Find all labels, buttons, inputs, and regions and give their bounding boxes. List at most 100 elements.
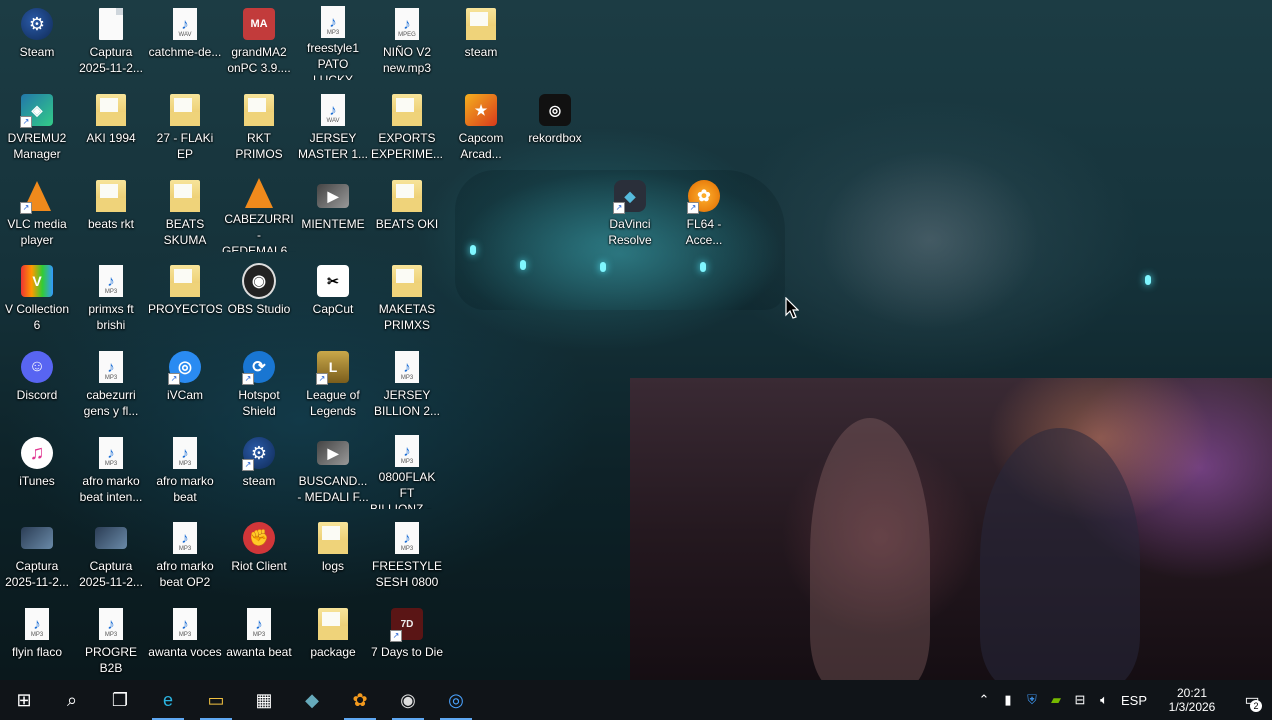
- desktop-icon[interactable]: ♪ MPEG NIÑO V2 new.mp3: [370, 0, 444, 80]
- desktop-icon-label: MIENTEME: [301, 217, 365, 231]
- security-shield-icon[interactable]: ⛨: [1020, 680, 1044, 720]
- nvidia-icon[interactable]: ▰: [1044, 680, 1068, 720]
- taskbar-fl-studio-button[interactable]: ✿: [336, 680, 384, 720]
- desktop-icon[interactable]: ⟳ ↗ Hotspot Shield: [222, 343, 296, 423]
- desktop-icon[interactable]: steam: [444, 0, 518, 80]
- ma-icon: MA: [242, 6, 276, 42]
- desktop-icon[interactable]: ⚙ Steam: [0, 0, 74, 80]
- desktop-icon[interactable]: VV Collection 6: [0, 257, 74, 337]
- desktop-icon[interactable]: ▶ MIENTEME: [296, 172, 370, 252]
- desktop-icon[interactable]: Captura 2025-11-2...: [0, 514, 74, 594]
- taskbar-start-button[interactable]: ⊞: [0, 680, 48, 720]
- desktop-icon[interactable]: ♪ MP3 JERSEY BILLION 2...: [370, 343, 444, 423]
- desktop-icon[interactable]: BEATS OKI: [370, 172, 444, 252]
- desktop-icon[interactable]: ♪ MP3 afro marko beat inten...: [74, 429, 148, 509]
- desktop-icon[interactable]: EXPORTS EXPERIME...: [370, 86, 444, 166]
- file-icon: [94, 6, 128, 42]
- desktop-icon-label: Discord: [16, 388, 58, 402]
- desktop-icon[interactable]: ✂ CapCut: [296, 257, 370, 337]
- fl-studio-icon: ✿: [352, 689, 368, 710]
- desktop-icon[interactable]: ♫ iTunes: [0, 429, 74, 509]
- desktop-icon[interactable]: ♪ MP3 cabezurri gens y fl...: [74, 343, 148, 423]
- desktop-icon[interactable]: ♪ MP3 afro marko beat OP2: [148, 514, 222, 594]
- wallpaper-light: [600, 262, 606, 272]
- taskbar-file-explorer-button[interactable]: ▭: [192, 680, 240, 720]
- desktop-icon[interactable]: logs: [296, 514, 370, 594]
- desktop-icon-label: Steam: [19, 45, 55, 59]
- audio-icon: ♪ MP3: [168, 520, 202, 556]
- desktop-icon[interactable]: MA grandMA2 onPC 3.9....: [222, 0, 296, 80]
- audio-icon: ♪ MP3: [390, 349, 424, 385]
- language-indicator[interactable]: ESP: [1116, 680, 1152, 720]
- desktop-icon[interactable]: ◎ rekordbox: [518, 86, 592, 166]
- desktop-icon[interactable]: ⚙ ↗ steam: [222, 429, 296, 509]
- audio-icon: ♪ MP3: [168, 435, 202, 471]
- desktop-icon[interactable]: ◈ ↗ DVREMU2 Manager: [0, 86, 74, 166]
- desktop-icon[interactable]: package: [296, 600, 370, 680]
- network-icon[interactable]: ⊟: [1068, 680, 1092, 720]
- desktop-icon[interactable]: AKI 1994: [74, 86, 148, 166]
- taskbar-obs-button[interactable]: ◉: [384, 680, 432, 720]
- edge-icon: e: [162, 689, 173, 710]
- desktop-icon[interactable]: ♪ MP3 PROGRE B2B: [74, 600, 148, 680]
- desktop-icon[interactable]: CABEZURRI - GEDEMAL6...: [222, 172, 296, 252]
- folder-icon: [168, 178, 202, 214]
- desktop-icon[interactable]: L ↗ League of Legends: [296, 343, 370, 423]
- app-generic-icon: ▦: [255, 689, 273, 710]
- desktop-icon[interactable]: ✊ Riot Client: [222, 514, 296, 594]
- volume-icon[interactable]: 🔈︎: [1092, 680, 1116, 720]
- microphone-icon[interactable]: ▮: [996, 680, 1020, 720]
- desktop-icon[interactable]: ♪ MP3 awanta beat: [222, 600, 296, 680]
- desktop-icon[interactable]: ♪ MP3 primxs ft brishi: [74, 257, 148, 337]
- taskbar-edge-button[interactable]: e: [144, 680, 192, 720]
- desktop-icon-label: EXPORTS EXPERIME...: [370, 131, 444, 161]
- desktop-icon[interactable]: Captura 2025-11-2...: [74, 514, 148, 594]
- clock[interactable]: 20:21 1/3/2026: [1152, 686, 1232, 714]
- desktop-icon[interactable]: PROYECTOS: [148, 257, 222, 337]
- vcollection-icon: V: [20, 263, 54, 299]
- taskbar-davinci-button[interactable]: ◆: [288, 680, 336, 720]
- taskbar-task-view-button[interactable]: ❐: [96, 680, 144, 720]
- desktop-icon-label: afro marko beat OP2: [156, 559, 214, 589]
- notification-center-button[interactable]: ▭ 2: [1232, 680, 1272, 720]
- desktop-icon[interactable]: ♪ WAV JERSEY MASTER 1...: [296, 86, 370, 166]
- taskbar-ivcam-button[interactable]: ◎: [432, 680, 480, 720]
- desktop-icon-label: Hotspot Shield: [238, 388, 280, 418]
- desktop-icon-label: DaVinci Resolve: [608, 217, 652, 247]
- img-icon: [94, 520, 128, 556]
- desktop-icon[interactable]: ♪ WAV catchme-de...: [148, 0, 222, 80]
- system-tray: ⌃ ▮ ⛨ ▰ ⊟ 🔈︎ ESP 20:21 1/3/2026 ▭ 2: [972, 680, 1272, 720]
- desktop-icon[interactable]: BEATS SKUMA: [148, 172, 222, 252]
- desktop-icon[interactable]: MAKETAS PRIMXS: [370, 257, 444, 337]
- desktop-icon[interactable]: ♪ MP3 freestyle1 PATO LUCKY: [296, 0, 370, 80]
- desktop-icon[interactable]: beats rkt: [74, 172, 148, 252]
- desktop-icon[interactable]: ♪ MP3 0800FLAK FT BILLIONZ - ...: [370, 429, 444, 509]
- taskbar: ⊞ ⌕ ❐ e ▭ ▦ ◆ ✿ ◉ ◎ ⌃ ▮ ⛨ ▰ ⊟ 🔈︎ ESP 20:21 1/3/20…: [0, 680, 1272, 720]
- desktop-icon[interactable]: ▶ BUSCAND... - MEDALI F...: [296, 429, 370, 509]
- desktop-icon[interactable]: ◆ ↗ DaVinci Resolve: [593, 172, 667, 252]
- desktop-icon[interactable]: RKT PRIMOS: [222, 86, 296, 166]
- desktop-icon[interactable]: ★ Capcom Arcad...: [444, 86, 518, 166]
- audio-icon: ♪ MP3: [94, 606, 128, 642]
- desktop-icon[interactable]: ♪ MP3 flyin flaco: [0, 600, 74, 680]
- desktop-icon[interactable]: ♪ MP3 awanta voces: [148, 600, 222, 680]
- desktop-icon[interactable]: ↗ VLC media player: [0, 172, 74, 252]
- audio-icon: ♪ MP3: [94, 349, 128, 385]
- desktop-icon[interactable]: 7D ↗ 7 Days to Die: [370, 600, 444, 680]
- desktop-icon[interactable]: 27 - FLAKi EP: [148, 86, 222, 166]
- file-explorer-icon: ▭: [207, 689, 225, 710]
- desktop-icon[interactable]: Captura 2025-11-2...: [74, 0, 148, 80]
- taskbar-search-button[interactable]: ⌕: [48, 680, 96, 720]
- folder-icon: [168, 263, 202, 299]
- desktop-icon[interactable]: ☺ Discord: [0, 343, 74, 423]
- desktop-icon-label: flyin flaco: [11, 645, 63, 659]
- desktop-icon[interactable]: ✿ ↗ FL64 - Acce...: [667, 172, 741, 252]
- desktop-icon-label: package: [310, 645, 356, 659]
- audio-icon: ♪ WAV: [316, 92, 350, 128]
- desktop-icon[interactable]: ♪ MP3 afro marko beat: [148, 429, 222, 509]
- taskbar-app-generic-button[interactable]: ▦: [240, 680, 288, 720]
- desktop-icon[interactable]: ◉ OBS Studio: [222, 257, 296, 337]
- desktop-icon[interactable]: ◎ ↗ iVCam: [148, 343, 222, 423]
- desktop-icon[interactable]: ♪ MP3 FREESTYLE SESH 0800: [370, 514, 444, 594]
- chevron-up-icon[interactable]: ⌃: [972, 680, 996, 720]
